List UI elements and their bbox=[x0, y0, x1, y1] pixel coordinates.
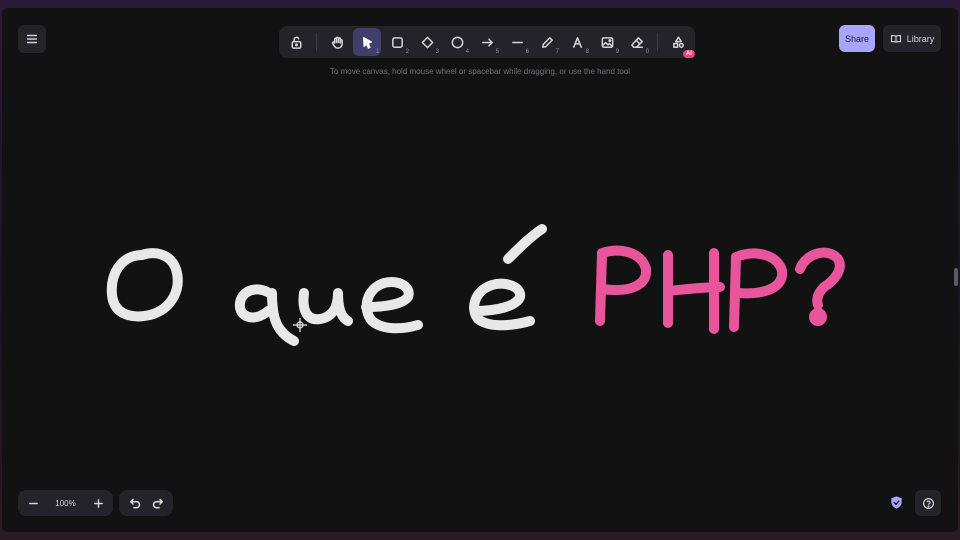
minus-icon bbox=[28, 502, 38, 504]
tool-more-ai[interactable]: AI bbox=[664, 28, 695, 58]
hand-icon bbox=[331, 36, 343, 49]
main-menu-button[interactable] bbox=[18, 25, 46, 53]
tool-line[interactable]: 6 bbox=[503, 28, 531, 56]
drawn-text-white[interactable] bbox=[106, 224, 547, 346]
tool-key: 7 bbox=[555, 49, 559, 55]
tool-lock[interactable] bbox=[282, 28, 310, 56]
redo-button[interactable] bbox=[149, 494, 167, 512]
tool-key: 6 bbox=[525, 49, 529, 55]
library-label: Library bbox=[906, 33, 935, 44]
tool-text[interactable]: 8 bbox=[563, 28, 591, 56]
tool-key: 5 bbox=[495, 49, 499, 55]
toolbar-divider bbox=[316, 33, 317, 51]
tool-key: 4 bbox=[465, 49, 469, 55]
tool-key: 2 bbox=[405, 49, 409, 55]
eraser-icon bbox=[630, 36, 643, 48]
rectangle-icon bbox=[391, 36, 403, 48]
tool-key: 8 bbox=[585, 49, 589, 55]
redo-icon bbox=[152, 498, 163, 509]
image-icon bbox=[601, 36, 613, 48]
tool-rectangle[interactable]: 2 bbox=[383, 28, 411, 56]
pointer-icon bbox=[362, 36, 372, 49]
ai-badge: AI bbox=[683, 50, 695, 58]
zoom-level[interactable]: 100% bbox=[55, 499, 75, 508]
letter-e bbox=[361, 277, 423, 334]
library-button[interactable]: Library bbox=[883, 25, 941, 52]
diamond-icon bbox=[421, 36, 433, 48]
lock-open-icon bbox=[291, 36, 301, 49]
tool-selection[interactable]: 1 bbox=[353, 28, 381, 56]
zoom-out-button[interactable] bbox=[24, 494, 42, 512]
tool-hand[interactable] bbox=[323, 28, 351, 56]
letter-o bbox=[106, 248, 183, 322]
book-icon bbox=[890, 34, 901, 43]
tool-draw[interactable]: 7 bbox=[533, 28, 561, 56]
drawn-text-pink[interactable] bbox=[595, 245, 845, 334]
letter-e-acute bbox=[469, 278, 535, 331]
text-icon bbox=[572, 36, 582, 48]
tool-arrow[interactable]: 5 bbox=[473, 28, 501, 56]
tool-ellipse[interactable]: 4 bbox=[443, 28, 471, 56]
undo-icon bbox=[129, 498, 140, 509]
help-button[interactable] bbox=[915, 490, 941, 516]
tool-eraser[interactable]: 0 bbox=[623, 28, 651, 56]
help-icon bbox=[922, 497, 934, 509]
canvas-hint: To move canvas, hold mouse wheel or spac… bbox=[329, 67, 631, 76]
share-button[interactable]: Share bbox=[839, 25, 875, 52]
letter-p-1 bbox=[595, 245, 652, 326]
tool-key: 1 bbox=[375, 49, 379, 55]
question-dot bbox=[809, 308, 827, 326]
side-scroll-handle[interactable] bbox=[954, 268, 958, 286]
toolbar-divider bbox=[657, 33, 658, 51]
undo-redo-controls bbox=[119, 490, 173, 516]
undo-button[interactable] bbox=[126, 494, 144, 512]
question-mark bbox=[795, 247, 845, 310]
hamburger-icon bbox=[26, 34, 38, 44]
ellipse-icon bbox=[451, 36, 463, 48]
canvas-drawing[interactable] bbox=[102, 213, 862, 353]
tool-key: 0 bbox=[645, 49, 649, 55]
tool-key: 9 bbox=[615, 49, 619, 55]
shapes-ai-icon bbox=[672, 36, 684, 48]
shield-check-icon[interactable] bbox=[889, 495, 904, 510]
line-icon bbox=[511, 41, 523, 43]
tool-image[interactable]: 9 bbox=[593, 28, 621, 56]
excalidraw-window: 1 2 3 4 5 6 7 8 9 0 AI To move canvas, h… bbox=[2, 8, 958, 532]
acute-accent bbox=[503, 224, 547, 264]
arrow-right-icon bbox=[481, 37, 493, 47]
tool-key: 3 bbox=[435, 49, 439, 55]
pencil-icon bbox=[541, 36, 553, 48]
letter-h bbox=[663, 248, 725, 334]
zoom-controls: 100% bbox=[18, 490, 113, 516]
zoom-in-button[interactable] bbox=[89, 494, 107, 512]
letter-u bbox=[298, 288, 353, 326]
tool-diamond[interactable]: 3 bbox=[413, 28, 441, 56]
letter-q bbox=[234, 284, 299, 346]
move-cursor-icon bbox=[293, 318, 307, 332]
shape-toolbar: 1 2 3 4 5 6 7 8 9 0 AI bbox=[279, 26, 695, 58]
letter-p-2 bbox=[729, 248, 788, 332]
plus-icon bbox=[93, 498, 103, 508]
